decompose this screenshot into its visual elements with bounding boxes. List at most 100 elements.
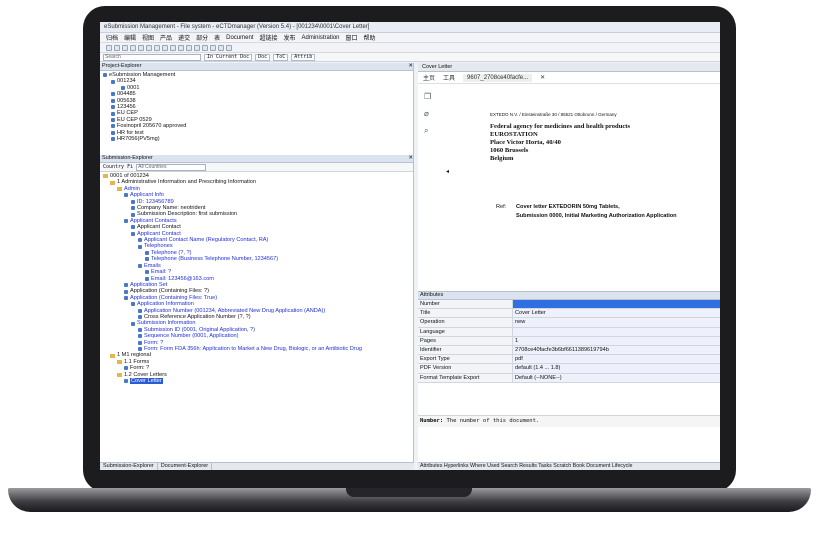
attribute-icon — [145, 251, 149, 256]
attribute-icon — [138, 244, 142, 249]
menu-item[interactable]: 表 — [214, 33, 220, 42]
close-icon[interactable]: ✕ — [408, 155, 413, 162]
attribute-row[interactable]: PDF Version default (1.4 ... 1.8) — [418, 364, 720, 374]
folder-icon — [117, 372, 122, 377]
doc-chip[interactable]: Doc — [255, 53, 271, 61]
menu-item[interactable]: 发布 — [283, 33, 295, 42]
refresh-icon[interactable] — [186, 44, 192, 51]
current-doc-chip[interactable]: In Current Doc — [204, 53, 253, 61]
tab-cover-letter[interactable]: Cover Letter — [418, 63, 720, 72]
recipient-line: 1060 Brussels — [490, 147, 529, 154]
collapse-arrow-icon[interactable]: ◂ — [446, 168, 449, 175]
attribute-icon — [145, 257, 149, 262]
attribute-value[interactable] — [513, 300, 720, 309]
properties-icon[interactable] — [178, 44, 184, 51]
viewer-tabs: 主页 工具 9607_2708ce40facfe... ✕ — [418, 72, 720, 84]
attribute-value[interactable]: default (1.4 ... 1.8) — [513, 364, 720, 373]
attributes-grid: Number Title Cover Letter Operation new Langu… — [418, 300, 720, 383]
attrib-chip[interactable]: Attrib — [291, 53, 316, 61]
left-panel: Project-Explorer ✕ eSubmission Management… — [100, 63, 414, 470]
attribute-value[interactable]: Cover Letter — [513, 309, 720, 318]
attribute-icon — [138, 315, 142, 320]
menu-item[interactable]: 部分 — [196, 33, 208, 42]
toc-chip[interactable]: ToC — [273, 53, 289, 61]
submission-explorer-header: Submission-Explorer ✕ — [100, 155, 413, 163]
document-icon — [111, 79, 115, 84]
close-icon[interactable]: ✕ — [540, 74, 545, 81]
attribute-value[interactable]: 2708ce40facfe3b6bf6611389619794b — [513, 345, 720, 355]
right-panel: Cover Letter 主页 工具 9607_2708ce40facfe...… — [418, 63, 720, 470]
copy-icon[interactable] — [138, 44, 144, 51]
attribute-value[interactable]: new — [513, 318, 720, 327]
menu-item[interactable]: 窗口 — [346, 33, 358, 42]
menu-item[interactable]: 产品 — [160, 33, 172, 42]
attribute-value[interactable]: pdf — [513, 355, 720, 364]
attribute-row[interactable]: Operation new — [418, 318, 720, 328]
project-item[interactable]: HR7056(PV5mg) — [103, 136, 413, 142]
viewer-tab-tools[interactable]: 工具 — [443, 73, 455, 82]
attribute-value[interactable]: 1 — [513, 336, 720, 345]
menu-item[interactable]: 编辑 — [124, 33, 136, 42]
viewer-tab-home[interactable]: 主页 — [423, 73, 435, 82]
attribute-value[interactable] — [513, 327, 720, 336]
tree-node[interactable]: Cover Letter — [103, 378, 413, 385]
attribute-value[interactable]: Default (--NONE--) — [513, 373, 720, 382]
arrow-icon[interactable] — [202, 44, 208, 51]
attribute-icon — [124, 366, 128, 371]
attribute-icon — [124, 379, 128, 384]
attribute-row[interactable]: Identifier 2708ce40facfe3b6bf661138961979… — [418, 345, 720, 356]
left-tab[interactable]: Document-Explorer — [158, 463, 213, 470]
open-icon[interactable] — [114, 44, 120, 51]
attachment-icon[interactable]: ⌀ — [424, 109, 434, 118]
cut-icon[interactable] — [130, 44, 136, 51]
redo-icon[interactable] — [162, 44, 168, 51]
undo-icon[interactable] — [154, 44, 160, 51]
attribute-icon — [131, 231, 135, 236]
pdf-viewer: 主页 工具 9607_2708ce40facfe... ✕ ❐ ⌀ ⌕ ◂ EX… — [418, 72, 720, 290]
paste-icon[interactable] — [146, 44, 152, 51]
navigate-icon[interactable] — [210, 44, 216, 51]
close-icon[interactable]: ✕ — [408, 63, 413, 70]
attribute-icon — [131, 199, 135, 204]
filter-icon[interactable] — [226, 44, 232, 51]
search-input[interactable]: Search — [103, 53, 201, 61]
delete-icon[interactable] — [170, 44, 176, 51]
attributes-title: Attributes — [420, 292, 444, 298]
country-select[interactable]: All Countries — [136, 163, 207, 171]
menu-item[interactable]: 递交 — [178, 33, 190, 42]
attribute-row[interactable]: Language — [418, 327, 720, 337]
help-icon[interactable] — [194, 44, 200, 51]
recipient-line: Federal agency for medicines and health … — [490, 123, 631, 130]
attribute-icon — [138, 308, 142, 313]
attribute-row[interactable]: Pages 1 — [418, 336, 720, 346]
attribute-icon — [131, 225, 135, 230]
attribute-row[interactable]: Export Type pdf — [418, 355, 720, 365]
bottom-tabs[interactable]: Attributes Hyperlinks Where Used Search … — [418, 462, 720, 470]
search-row: Search In Current Doc Doc ToC Attrib — [100, 53, 720, 62]
left-tab[interactable]: Submission-Explorer — [100, 463, 158, 470]
menu-item[interactable]: Document — [226, 35, 253, 41]
menu-item[interactable]: 帮助 — [364, 33, 376, 42]
copy-icon[interactable]: ❐ — [424, 92, 434, 101]
search-icon[interactable]: ⌕ — [424, 126, 434, 136]
menu-item[interactable]: Administration — [302, 35, 340, 41]
new-icon[interactable] — [106, 44, 112, 51]
attribute-key: Operation — [418, 318, 513, 327]
attribute-row[interactable]: Format Template Export Default (--NONE--) — [418, 373, 720, 383]
desc-text: The number of this document. — [446, 418, 540, 424]
attribute-key: PDF Version — [418, 364, 513, 373]
folder-icon — [117, 359, 122, 364]
menu-item[interactable]: 视图 — [142, 33, 154, 42]
save-icon[interactable] — [122, 44, 128, 51]
ref-text: Cover letter EXTEDORIN 50mg Tablets, Subm… — [516, 203, 677, 221]
attribute-key: Title — [418, 309, 513, 318]
file-tab[interactable]: 9607_2708ce40facfe... — [463, 73, 533, 82]
menu-item[interactable]: 归档 — [106, 33, 118, 42]
attribute-row[interactable]: Title Cover Letter — [418, 309, 720, 319]
attribute-icon — [138, 263, 142, 268]
reference-block: Ref: Cover letter EXTEDORIN 50mg Tablets… — [490, 203, 677, 221]
attribute-row[interactable]: Number — [418, 300, 720, 310]
menu-item[interactable]: 超链接 — [259, 33, 277, 42]
link-icon[interactable] — [218, 44, 224, 51]
tree-node-label: Form: Form FDA 356h: Application to Mark… — [144, 345, 362, 352]
